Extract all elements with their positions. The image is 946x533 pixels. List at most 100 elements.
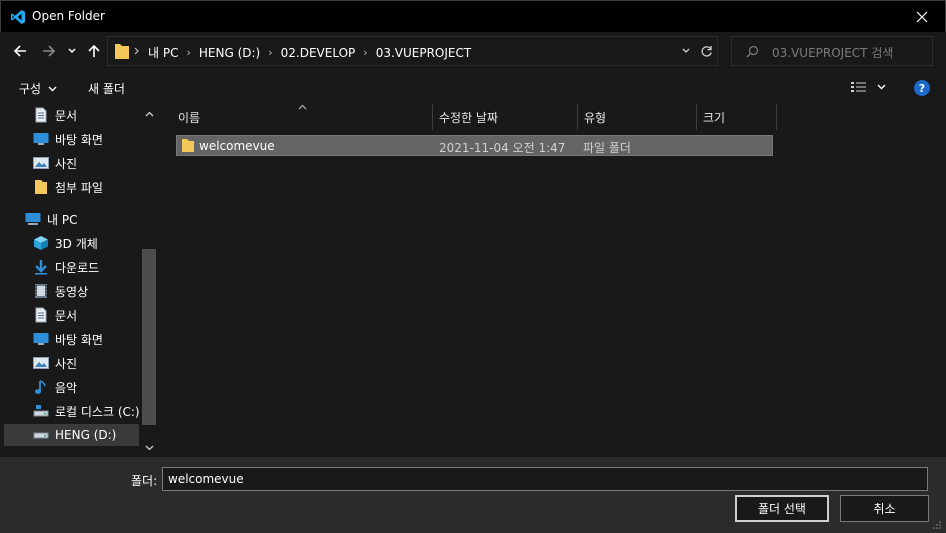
nav-item-this-pc[interactable]: 내 PC (25, 208, 77, 230)
nav-item-3d-objects[interactable]: 3D 개체 (33, 232, 98, 254)
nav-item-local-disk-c[interactable]: 로컬 디스크 (C:) (33, 400, 140, 422)
help-button[interactable]: ? (914, 80, 930, 96)
folder-name-input[interactable] (162, 467, 928, 491)
nav-item-label: 바탕 화면 (55, 132, 103, 147)
desktop-icon (33, 131, 49, 147)
drive-icon (33, 427, 49, 443)
title-bar: Open Folder (0, 0, 946, 32)
organize-label: 구성 (19, 82, 42, 96)
breadcrumb-item[interactable]: HENG (D:) (199, 46, 260, 60)
refresh-button[interactable] (696, 42, 716, 60)
view-options-button[interactable] (851, 81, 886, 93)
nav-item-desktop[interactable]: 바탕 화면 (33, 128, 103, 150)
column-header-label: 수정한 날짜 (439, 110, 499, 125)
nav-item-heng-d[interactable]: HENG (D:) (4, 424, 139, 446)
resize-grip-icon[interactable] (932, 520, 942, 530)
video-icon (33, 283, 49, 299)
nav-item-attachments[interactable]: 첨부 파일 (33, 176, 103, 198)
nav-item-label: 문서 (55, 108, 78, 123)
nav-item-label: 바탕 화면 (55, 332, 103, 347)
breadcrumb: 내 PC › HENG (D:) › 02.DEVELOP › 03.VUEPR… (148, 44, 471, 61)
nav-item-label: HENG (D:) (55, 428, 117, 442)
chevron-right-icon (134, 47, 139, 55)
navigation-scrollbar[interactable] (141, 104, 158, 457)
scrollbar-thumb[interactable] (142, 249, 156, 425)
chevron-right-icon: › (268, 46, 273, 59)
column-header-modified[interactable]: 수정한 날짜 (433, 104, 577, 130)
window-title: Open Folder (32, 9, 105, 23)
pc-icon (25, 211, 41, 227)
file-modified: 2021-11-04 오전 1:47 (439, 141, 566, 155)
refresh-icon (701, 45, 712, 57)
column-header-size[interactable]: 크기 (697, 104, 776, 130)
cancel-button[interactable]: 취소 (840, 495, 929, 522)
address-dropdown-button[interactable] (678, 42, 694, 60)
folder-field-label: 폴더: (131, 474, 158, 488)
arrow-left-icon (13, 45, 26, 57)
address-bar[interactable]: 내 PC › HENG (D:) › 02.DEVELOP › 03.VUEPR… (107, 36, 718, 66)
nav-item-documents[interactable]: 문서 (33, 104, 77, 126)
document-icon (33, 107, 49, 123)
scroll-up-button[interactable] (143, 108, 155, 120)
nav-item-label: 첨부 파일 (55, 180, 103, 195)
column-header-label: 크기 (703, 110, 726, 125)
desktop-icon (33, 331, 49, 347)
organize-button[interactable]: 구성 (19, 80, 57, 97)
drive-icon (33, 403, 49, 419)
breadcrumb-item[interactable]: 02.DEVELOP (281, 46, 356, 60)
column-header-label: 이름 (178, 110, 201, 125)
chevron-up-icon (145, 111, 153, 117)
breadcrumb-item[interactable]: 내 PC (148, 44, 178, 61)
nav-item-desktop[interactable]: 바탕 화면 (33, 328, 103, 350)
chevron-right-icon: › (363, 46, 368, 59)
close-button[interactable] (899, 1, 945, 32)
pictures-icon (33, 155, 49, 171)
nav-item-pictures[interactable]: 사진 (33, 352, 77, 374)
select-folder-button[interactable]: 폴더 선택 (735, 495, 829, 522)
dialog-footer: 폴더: 폴더 선택 취소 (0, 457, 946, 533)
navigation-pane: 문서 바탕 화면 사진 첨부 파일 내 PC 3D 개체 다운로드 동영상 문서… (0, 104, 160, 457)
chevron-down-icon (682, 48, 690, 53)
document-icon (33, 307, 49, 323)
vscode-logo-icon (11, 10, 25, 24)
nav-item-downloads[interactable]: 다운로드 (33, 256, 99, 278)
nav-item-documents[interactable]: 문서 (33, 304, 77, 326)
scroll-down-button[interactable] (143, 442, 155, 454)
nav-item-label: 문서 (55, 308, 78, 323)
recent-locations-button[interactable] (63, 40, 81, 62)
column-header-label: 유형 (584, 110, 607, 125)
chevron-down-icon (48, 86, 57, 91)
close-icon (916, 11, 928, 22)
column-divider[interactable] (776, 104, 777, 130)
column-header-type[interactable]: 유형 (578, 104, 696, 130)
music-icon (33, 379, 49, 395)
nav-item-pictures[interactable]: 사진 (33, 152, 77, 174)
3d-objects-icon (33, 235, 49, 251)
nav-item-videos[interactable]: 동영상 (33, 280, 88, 302)
chevron-right-icon: › (186, 46, 191, 59)
nav-item-music[interactable]: 음악 (33, 376, 77, 398)
folder-icon (115, 44, 129, 59)
back-button[interactable] (9, 40, 31, 62)
file-name: welcomevue (199, 139, 275, 153)
nav-item-label: 동영상 (55, 284, 89, 299)
chevron-down-icon (145, 445, 153, 451)
arrow-up-icon (88, 44, 100, 57)
nav-item-label: 사진 (55, 356, 78, 371)
breadcrumb-item[interactable]: 03.VUEPROJECT (376, 46, 472, 60)
file-list: 이름 수정한 날짜 유형 크기 welcomevue 2021-11-04 오전… (160, 104, 946, 457)
folder-icon (182, 139, 194, 152)
new-folder-button[interactable]: 새 폴더 (88, 80, 125, 97)
file-row[interactable]: welcomevue 2021-11-04 오전 1:47 파일 폴더 (176, 135, 773, 156)
column-header-name[interactable]: 이름 (172, 104, 432, 130)
up-button[interactable] (83, 40, 105, 62)
download-icon (33, 259, 49, 275)
search-box[interactable]: 03.VUEPROJECT 검색 (731, 36, 933, 66)
chevron-down-icon (68, 48, 76, 54)
pictures-icon (33, 355, 49, 371)
forward-button[interactable] (38, 40, 60, 62)
nav-item-label: 3D 개체 (55, 236, 98, 251)
folder-icon (33, 179, 49, 195)
details-view-icon (851, 82, 866, 92)
nav-item-label: 로컬 디스크 (C:) (55, 404, 140, 419)
